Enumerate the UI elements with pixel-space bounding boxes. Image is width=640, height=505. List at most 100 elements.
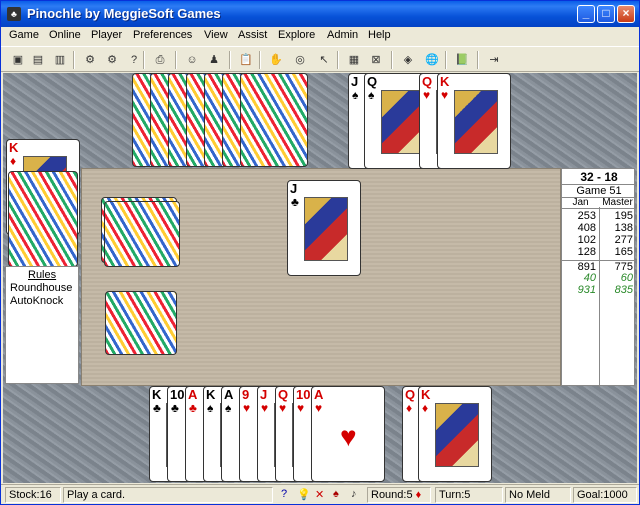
trick-card: J ♣: [287, 180, 361, 276]
sound-icon[interactable]: ♪: [351, 488, 357, 500]
hint-icon[interactable]: 💡: [297, 488, 311, 501]
card-suit-icon: ♣: [171, 401, 179, 415]
score-row: 408 138: [562, 222, 636, 234]
card-rank: 9: [242, 387, 250, 402]
round-label: Round:5: [371, 489, 413, 501]
card-suit-icon: ♥: [315, 401, 323, 415]
card-rank: A: [224, 387, 234, 402]
card-rank: K: [421, 387, 431, 402]
save-icon[interactable]: ▥: [51, 51, 69, 69]
score-master: 138: [614, 222, 633, 234]
score-jan: 408: [577, 222, 596, 234]
bid-icon[interactable]: ◈: [399, 51, 417, 69]
card-rank: J: [260, 387, 268, 402]
score-jan: 128: [577, 246, 596, 258]
player-icon[interactable]: ☺: [183, 51, 201, 69]
card-suit-icon: ♣: [189, 401, 197, 415]
toolbar-separator: [477, 51, 479, 69]
hand-icon[interactable]: ✋: [267, 51, 285, 69]
card-rank: Q: [278, 387, 289, 402]
menu-game[interactable]: Game: [9, 29, 39, 41]
card-suit-icon: ♣: [291, 195, 299, 209]
column-master: Master: [602, 197, 633, 208]
toolbar-separator: [391, 51, 393, 69]
close-button[interactable]: ×: [617, 5, 635, 23]
score-jan: 931: [577, 284, 596, 296]
menu-help[interactable]: Help: [368, 29, 391, 41]
menu-online[interactable]: Online: [49, 29, 81, 41]
score-master: 165: [614, 246, 633, 258]
card-suit-icon: ♦: [422, 401, 429, 415]
score-jan: 253: [577, 210, 596, 222]
menu-preferences[interactable]: Preferences: [133, 29, 192, 41]
score-tally: 32 - 18: [580, 170, 618, 184]
cards-icon[interactable]: ▦: [345, 51, 363, 69]
toolbar-separator: [337, 51, 339, 69]
rules-panel: Rules Roundhouse AutoKnock: [5, 266, 79, 384]
card-suit-icon: ♠: [368, 88, 375, 102]
maximize-button[interactable]: □: [597, 5, 615, 23]
menu-view[interactable]: View: [204, 29, 228, 41]
card-suit-icon: ♠: [225, 401, 232, 415]
menu-explore[interactable]: Explore: [278, 29, 315, 41]
meld-icon[interactable]: ◎: [291, 51, 309, 69]
wizard-icon[interactable]: ♟: [205, 51, 223, 69]
north-meld-card: K ♥: [437, 73, 511, 169]
toolbar-separator: [143, 51, 145, 69]
card-suit-icon: ♥: [261, 401, 269, 415]
help-icon[interactable]: ?: [281, 488, 287, 500]
rules-title[interactable]: Rules: [28, 269, 56, 281]
app-icon[interactable]: ♣: [7, 7, 21, 21]
card-suit-icon: ♥: [297, 401, 305, 415]
toolbar-separator: [259, 51, 261, 69]
toolbar: ▣ ▤ ▥ ⚙ ⚙? ⎙ ☺ ♟ 📋 ✋ ◎ ↖ ▦ ⊠ ◈ 🌐 📗 ⇥: [1, 46, 639, 72]
network-icon[interactable]: ⚙: [103, 51, 121, 69]
score-jan: 40: [583, 272, 596, 284]
status-goal: Goal:1000: [573, 487, 637, 503]
discard-pile: [105, 291, 177, 355]
no-meld-icon[interactable]: ✕: [315, 488, 324, 501]
computer-icon[interactable]: ⚙: [81, 51, 99, 69]
card-rank: K: [440, 74, 450, 89]
globe-icon[interactable]: 🌐: [423, 51, 441, 69]
score-row: 891 775: [562, 260, 636, 273]
card-rank: K: [9, 140, 19, 155]
menu-player[interactable]: Player: [91, 29, 122, 41]
south-meld-card[interactable]: K ♦: [418, 386, 492, 482]
pointer-icon[interactable]: ↖: [315, 51, 333, 69]
trump-icon[interactable]: ♠: [333, 488, 339, 500]
card-suit-icon: ♦: [10, 154, 17, 168]
title-bar[interactable]: ♣ Pinochle by MeggieSoft Games _ □ ×: [1, 1, 639, 27]
score-row: 102 277: [562, 234, 636, 246]
court-figure-icon: [304, 197, 348, 261]
hand-card[interactable]: A ♥ ♥: [311, 386, 385, 482]
print-icon[interactable]: ⎙: [151, 51, 169, 69]
deal-icon[interactable]: ⊠: [367, 51, 385, 69]
book-icon[interactable]: 📗: [453, 51, 471, 69]
status-round: Round:5 ♦: [367, 487, 431, 503]
clipboard-icon[interactable]: 📋: [237, 51, 255, 69]
rule-roundhouse: Roundhouse: [10, 282, 73, 294]
menu-assist[interactable]: Assist: [238, 29, 267, 41]
score-row: 253 195: [562, 210, 636, 222]
card-suit-icon: ♥: [243, 401, 251, 415]
status-stock: Stock:16: [5, 487, 61, 503]
north-card-back: [240, 73, 308, 167]
menu-admin[interactable]: Admin: [327, 29, 358, 41]
court-figure-icon: [435, 403, 479, 467]
card-rank: J: [290, 181, 298, 196]
help-query-icon[interactable]: ?: [125, 51, 143, 69]
status-message: Play a card.: [63, 487, 273, 503]
card-rank: A: [188, 387, 198, 402]
trump-diamond-icon: ♦: [415, 489, 422, 501]
card-rank: K: [152, 387, 162, 402]
exit-icon[interactable]: ⇥: [485, 51, 503, 69]
toolbar-separator: [445, 51, 447, 69]
card-suit-icon: ♦: [406, 401, 413, 415]
new-game-icon[interactable]: ▣: [9, 51, 27, 69]
minimize-button[interactable]: _: [577, 5, 595, 23]
card-rank: 10: [170, 387, 185, 402]
menu-bar: Game Online Player Preferences View Assist Exp…: [1, 27, 639, 45]
open-icon[interactable]: ▤: [29, 51, 47, 69]
card-suit-icon: ♥: [423, 88, 431, 102]
